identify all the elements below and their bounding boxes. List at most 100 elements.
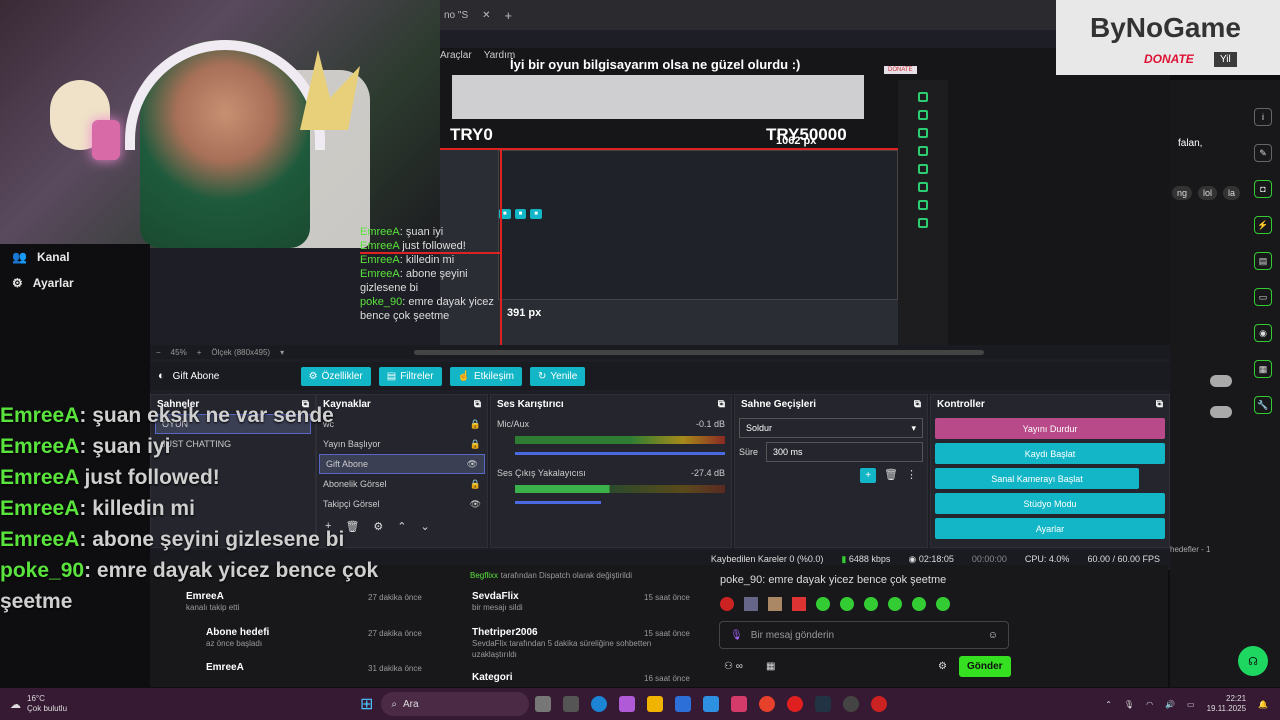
battery-icon[interactable]: ▭ [1187,700,1195,709]
eye-icon[interactable]: 👁 [470,499,481,510]
check-icon[interactable] [918,200,928,210]
stop-stream-button[interactable]: Yayını Durdur [935,418,1165,439]
broadcast-icon[interactable]: ◉ [1254,324,1272,342]
chip[interactable]: la [1223,186,1241,200]
obs-icon[interactable] [843,696,860,712]
points-icon[interactable]: ⚇ ∞ [724,661,743,672]
info-icon[interactable]: i [1254,108,1272,126]
weather-widget[interactable]: ☁ 16°C Çok bulutlu [0,694,360,714]
chat-input[interactable]: 🎙 Bir mesaj gönderin ☺ [719,621,1009,649]
dock-popout-icon[interactable]: ⧉ [1156,399,1163,410]
store-icon[interactable]: ▦ [766,661,775,672]
emote[interactable] [720,597,734,611]
zoom-out-button[interactable]: − [156,348,161,357]
interact-button[interactable]: ☝ Etkileşim [449,366,523,386]
start-recording-button[interactable]: Kaydı Başlat [935,443,1165,464]
app-icon[interactable] [563,696,580,712]
feed-item[interactable]: Begflixx tarafından Dispatch olarak deği… [470,570,632,581]
opera-icon[interactable] [787,696,804,712]
properties-button[interactable]: ⚙ Özellikler [300,366,371,386]
emote[interactable] [744,597,758,611]
capture-icon[interactable]: ◘ [1254,180,1272,198]
send-button[interactable]: Gönder [959,656,1011,677]
chat-icon[interactable]: ▭ [1254,288,1272,306]
lock-icon[interactable]: 🔒 [470,419,481,430]
nav-item-kanal[interactable]: 👥 Kanal [0,244,150,270]
app-icon[interactable] [871,696,888,712]
feed-item[interactable]: SevdaFlix bir mesajı sildi [472,591,523,613]
menu-araclar[interactable]: Araçlar [440,50,472,61]
lock-icon[interactable]: 🔒 [470,439,481,450]
gear-icon[interactable]: ⚙ [938,661,947,672]
pencil-icon[interactable]: ✎ [1254,144,1272,162]
volume-slider[interactable] [515,452,725,455]
nav-item-ayarlar[interactable]: ⚙ Ayarlar [0,270,150,296]
feed-item[interactable]: Thetriper2006 SevdaFlix tarafından 5 daki… [472,627,672,660]
emoji-icon[interactable]: ☺ [988,630,998,641]
check-icon[interactable] [918,182,928,192]
toggle[interactable] [1210,375,1232,387]
chevron-down-icon[interactable]: ⌄ [421,520,430,533]
lock-icon[interactable]: 🔒 [470,479,481,490]
volume-icon[interactable]: 🔊 [1165,700,1175,709]
layout-icon[interactable]: ▦ [1254,360,1272,378]
emote[interactable] [816,597,830,611]
refresh-button[interactable]: ↻ Yenile [530,366,586,386]
emote[interactable] [888,597,902,611]
close-icon[interactable]: ✕ [482,10,490,21]
dock-popout-icon[interactable]: ⧉ [474,399,481,410]
copilot-icon[interactable] [619,696,636,712]
check-icon[interactable] [918,146,928,156]
horizontal-scrollbar[interactable] [414,349,985,355]
studio-mode-button[interactable]: Stüdyo Modu [935,493,1165,514]
dock-popout-icon[interactable]: ⧉ [914,399,921,410]
emote[interactable] [864,597,878,611]
taskbar-search[interactable]: ⌕ Ara [381,692,530,716]
clock[interactable]: 22:21 19.11.2025 [1207,694,1246,714]
filters-button[interactable]: ▤ Filtreler [378,366,442,386]
taskview-icon[interactable] [535,696,552,712]
explorer-icon[interactable] [647,696,664,712]
toggle[interactable] [1210,406,1232,418]
emote[interactable] [768,597,782,611]
check-icon[interactable] [918,164,928,174]
mic-icon[interactable]: 🎙 [730,630,743,641]
bolt-icon[interactable]: ⚡ [1254,216,1272,234]
wifi-icon[interactable]: ◠ [1146,700,1153,709]
steam-icon[interactable] [815,696,832,712]
mic-icon[interactable]: 🎙 [1124,700,1134,709]
windows-start-icon[interactable]: ⊞ [360,694,373,714]
volume-slider[interactable] [515,501,601,504]
emote[interactable] [912,597,926,611]
headset-icon[interactable]: ☊ [1238,646,1268,676]
clipboard-icon[interactable]: ▤ [1254,252,1272,270]
emote[interactable] [936,597,950,611]
check-icon[interactable] [918,92,928,102]
store-icon[interactable] [675,696,692,712]
notification-icon[interactable]: 🔔 [1258,700,1268,709]
chevron-up-icon[interactable]: ⌃ [1105,700,1112,709]
check-icon[interactable] [918,110,928,120]
duration-input[interactable]: 300 ms [766,442,923,462]
add-icon[interactable]: + [860,468,877,483]
chrome-icon[interactable] [759,696,776,712]
more-icon[interactable]: ⋮ [906,468,917,483]
new-tab-icon[interactable]: + [505,8,513,23]
start-virtual-camera-button[interactable]: Sanal Kamerayı Başlat [935,468,1139,489]
edge-icon[interactable] [591,696,608,712]
eye-icon[interactable]: 👁 [467,459,478,470]
dock-popout-icon[interactable]: ⧉ [718,399,725,410]
feed-item[interactable]: Kategori [472,672,513,683]
emote[interactable] [792,597,806,611]
chip[interactable]: ng [1172,186,1193,200]
wrench-icon[interactable]: 🔧 [1254,396,1272,414]
chip[interactable]: lol [1198,186,1218,200]
check-icon[interactable] [918,128,928,138]
trash-icon[interactable]: 🗑 [884,468,898,483]
tab-title[interactable]: no "S [444,10,468,21]
zoom-in-button[interactable]: + [197,348,202,357]
app-icon[interactable] [703,696,720,712]
app-icon[interactable] [731,696,748,712]
settings-button[interactable]: Ayarlar [935,518,1165,539]
check-icon[interactable] [918,218,928,228]
